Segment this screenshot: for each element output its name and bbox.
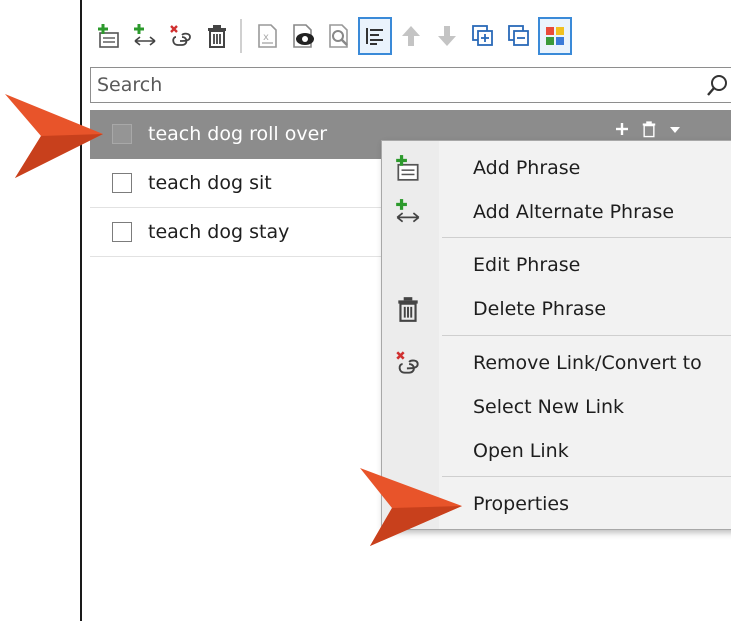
menu-item-label: Remove Link/Convert to (473, 352, 702, 374)
callout-arrow-icon (5, 94, 103, 178)
add-alternate-phrase-icon (396, 199, 420, 223)
move-up-icon (402, 26, 420, 46)
delete-button[interactable] (200, 17, 234, 55)
menu-item-select-new-link[interactable]: Select New Link (382, 386, 731, 428)
menu-item-label: Add Phrase (473, 157, 581, 179)
color-grid-icon (546, 27, 564, 45)
toolbar-separator (240, 19, 242, 53)
phrase-checkbox[interactable] (112, 173, 132, 193)
remove-link-button[interactable] (164, 17, 198, 55)
search-box (90, 67, 731, 103)
view-icon (329, 24, 348, 48)
menu-item-remove-link[interactable]: Remove Link/Convert to (382, 342, 731, 384)
move-down-icon (438, 26, 456, 46)
menu-item-label: Open Link (473, 440, 569, 462)
edit-icon: x (258, 24, 277, 48)
edit-button[interactable]: x (250, 17, 284, 55)
color-grid-button[interactable] (538, 17, 572, 55)
phrase-label: teach dog stay (148, 221, 290, 243)
delete-icon (208, 25, 226, 48)
preview-icon (293, 24, 314, 48)
toolbar: x (92, 14, 731, 58)
delete-icon[interactable] (640, 120, 658, 138)
expand-all-icon (472, 25, 493, 46)
add-icon[interactable] (614, 121, 630, 137)
add-alternate-phrase-button[interactable] (128, 17, 162, 55)
add-alternate-phrase-icon (134, 24, 156, 46)
collapse-all-icon (508, 25, 529, 46)
search-input[interactable] (91, 73, 689, 97)
row-tools (614, 120, 682, 138)
menu-item-delete-phrase[interactable]: Delete Phrase (382, 288, 731, 330)
menu-separator (442, 335, 731, 336)
remove-link-icon (396, 351, 419, 374)
menu-item-open-link[interactable]: Open Link (382, 430, 731, 472)
menu-item-add-phrase[interactable]: Add Phrase (382, 147, 731, 189)
expand-all-button[interactable] (466, 17, 500, 55)
phrase-label: teach dog roll over (148, 123, 328, 145)
menu-separator (442, 237, 731, 238)
remove-link-icon (170, 25, 191, 46)
preview-button[interactable] (286, 17, 320, 55)
move-down-button[interactable] (430, 17, 464, 55)
menu-item-edit-phrase[interactable]: Edit Phrase (382, 244, 731, 286)
menu-separator (442, 476, 731, 477)
svg-text:x: x (263, 32, 269, 43)
menu-item-label: Delete Phrase (473, 298, 607, 320)
delete-icon (398, 297, 418, 322)
collapse-all-button[interactable] (502, 17, 536, 55)
menu-item-label: Properties (473, 493, 570, 515)
menu-item-label: Edit Phrase (473, 254, 581, 276)
align-button[interactable] (358, 17, 392, 55)
add-phrase-icon (98, 24, 119, 48)
chevron-down-icon[interactable] (668, 122, 682, 136)
callout-arrow-icon (360, 468, 462, 546)
phrase-label: teach dog sit (148, 172, 272, 194)
add-phrase-icon (396, 155, 419, 181)
align-icon (366, 28, 383, 45)
move-up-button[interactable] (394, 17, 428, 55)
menu-item-label: Add Alternate Phrase (473, 201, 675, 223)
search-icon[interactable] (705, 73, 729, 97)
phrase-checkbox[interactable] (112, 222, 132, 242)
add-phrase-button[interactable] (92, 17, 126, 55)
phrase-checkbox[interactable] (112, 124, 132, 144)
menu-item-add-alternate-phrase[interactable]: Add Alternate Phrase (382, 191, 731, 233)
menu-item-label: Select New Link (473, 396, 625, 418)
view-button[interactable] (322, 17, 356, 55)
